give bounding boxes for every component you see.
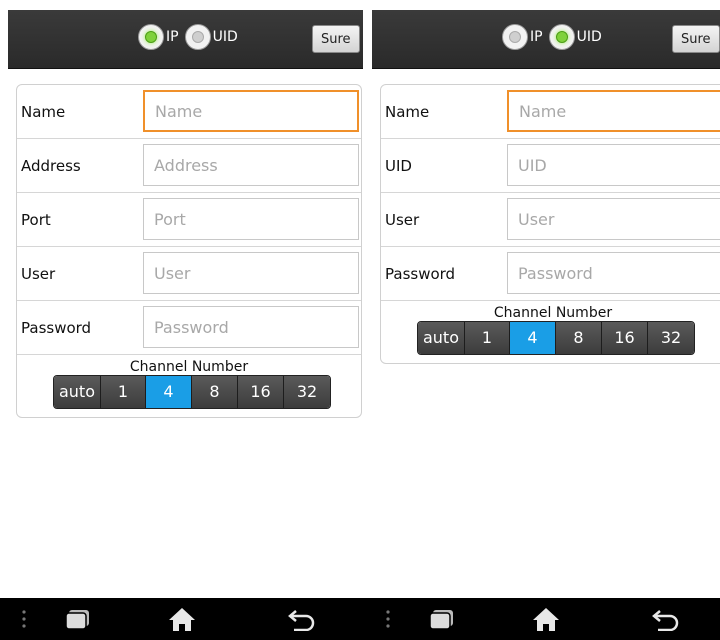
menu-dots-icon[interactable] (382, 598, 394, 640)
channel-option-32[interactable]: 32 (648, 322, 694, 354)
form-row-password: Password (17, 301, 361, 355)
uid-input[interactable] (507, 144, 720, 186)
channel-number-section: Channel Number auto 1 4 8 16 32 (17, 355, 361, 417)
password-label: Password (385, 265, 456, 283)
channel-option-32[interactable]: 32 (284, 376, 330, 408)
radio-uid[interactable]: UID (184, 24, 242, 50)
user-label: User (385, 211, 420, 229)
form-row-user: User (381, 193, 720, 247)
radio-ip-circle[interactable] (138, 24, 164, 50)
channel-option-16[interactable]: 16 (238, 376, 284, 408)
channel-option-8[interactable]: 8 (556, 322, 602, 354)
user-input[interactable] (143, 252, 359, 294)
channel-option-1[interactable]: 1 (101, 376, 146, 408)
name-input[interactable] (507, 90, 720, 132)
channel-number-title: Channel Number (493, 305, 613, 321)
device-form: Name Address Port User Password Channel … (16, 84, 362, 418)
sure-button[interactable]: Sure (672, 25, 720, 53)
channel-option-4[interactable]: 4 (510, 322, 556, 354)
name-input[interactable] (143, 90, 359, 132)
back-icon[interactable] (646, 598, 686, 640)
form-row-password: Password (381, 247, 720, 301)
address-label: Address (21, 157, 81, 175)
radio-dot-off (509, 31, 521, 43)
device-form: Name UID User Password Channel Number au… (380, 84, 720, 364)
channel-option-auto[interactable]: auto (418, 322, 465, 354)
channel-option-auto[interactable]: auto (54, 376, 101, 408)
channel-number-section: Channel Number auto 1 4 8 16 32 (381, 301, 720, 363)
name-label: Name (21, 103, 66, 121)
radio-uid[interactable]: UID (548, 24, 606, 50)
password-label: Password (21, 319, 92, 337)
top-bar: IP UID Sure (8, 10, 363, 69)
uid-label: UID (385, 157, 412, 175)
back-icon[interactable] (282, 598, 322, 640)
channel-option-1[interactable]: 1 (465, 322, 510, 354)
recent-apps-icon[interactable] (422, 598, 462, 640)
mode-radio-group: IP UID (502, 24, 608, 50)
port-input[interactable] (143, 198, 359, 240)
form-row-user: User (17, 247, 361, 301)
radio-dot-on (555, 31, 568, 43)
form-row-name: Name (17, 85, 361, 139)
password-input[interactable] (143, 306, 359, 348)
user-input[interactable] (507, 198, 720, 240)
form-row-address: Address (17, 139, 361, 193)
home-icon[interactable] (526, 598, 566, 640)
ip-mode-panel: IP UID Sure Name Address Port User Passw… (8, 10, 363, 640)
channel-option-4[interactable]: 4 (146, 376, 192, 408)
address-input[interactable] (143, 144, 359, 186)
channel-number-title: Channel Number (129, 359, 249, 375)
radio-dot-off (191, 31, 204, 43)
radio-uid-label: UID (576, 29, 602, 45)
user-label: User (21, 265, 56, 283)
home-icon[interactable] (162, 598, 202, 640)
radio-ip-label: IP (530, 29, 543, 45)
port-label: Port (21, 211, 51, 229)
radio-uid-label: UID (212, 29, 238, 45)
recent-apps-icon[interactable] (58, 598, 98, 640)
form-row-uid: UID (381, 139, 720, 193)
sure-button[interactable]: Sure (312, 25, 360, 53)
radio-ip-label: IP (166, 29, 179, 45)
radio-ip-circle[interactable] (502, 24, 528, 50)
radio-ip[interactable]: IP (502, 24, 547, 50)
name-label: Name (385, 103, 430, 121)
password-input[interactable] (507, 252, 720, 294)
channel-option-16[interactable]: 16 (602, 322, 648, 354)
channel-segmented-control: auto 1 4 8 16 32 (53, 375, 331, 409)
form-row-port: Port (17, 193, 361, 247)
radio-dot-on (145, 31, 157, 43)
radio-uid-circle[interactable] (548, 24, 575, 50)
radio-ip[interactable]: IP (138, 24, 183, 50)
mode-radio-group: IP UID (138, 24, 244, 50)
channel-segmented-control: auto 1 4 8 16 32 (417, 321, 695, 355)
menu-dots-icon[interactable] (18, 598, 30, 640)
channel-option-8[interactable]: 8 (192, 376, 238, 408)
top-bar: IP UID Sure (372, 10, 720, 69)
android-nav-bar (0, 598, 720, 640)
form-row-name: Name (381, 85, 720, 139)
uid-mode-panel: IP UID Sure Name UID User Password Chann… (372, 10, 720, 640)
radio-uid-circle[interactable] (184, 24, 211, 50)
